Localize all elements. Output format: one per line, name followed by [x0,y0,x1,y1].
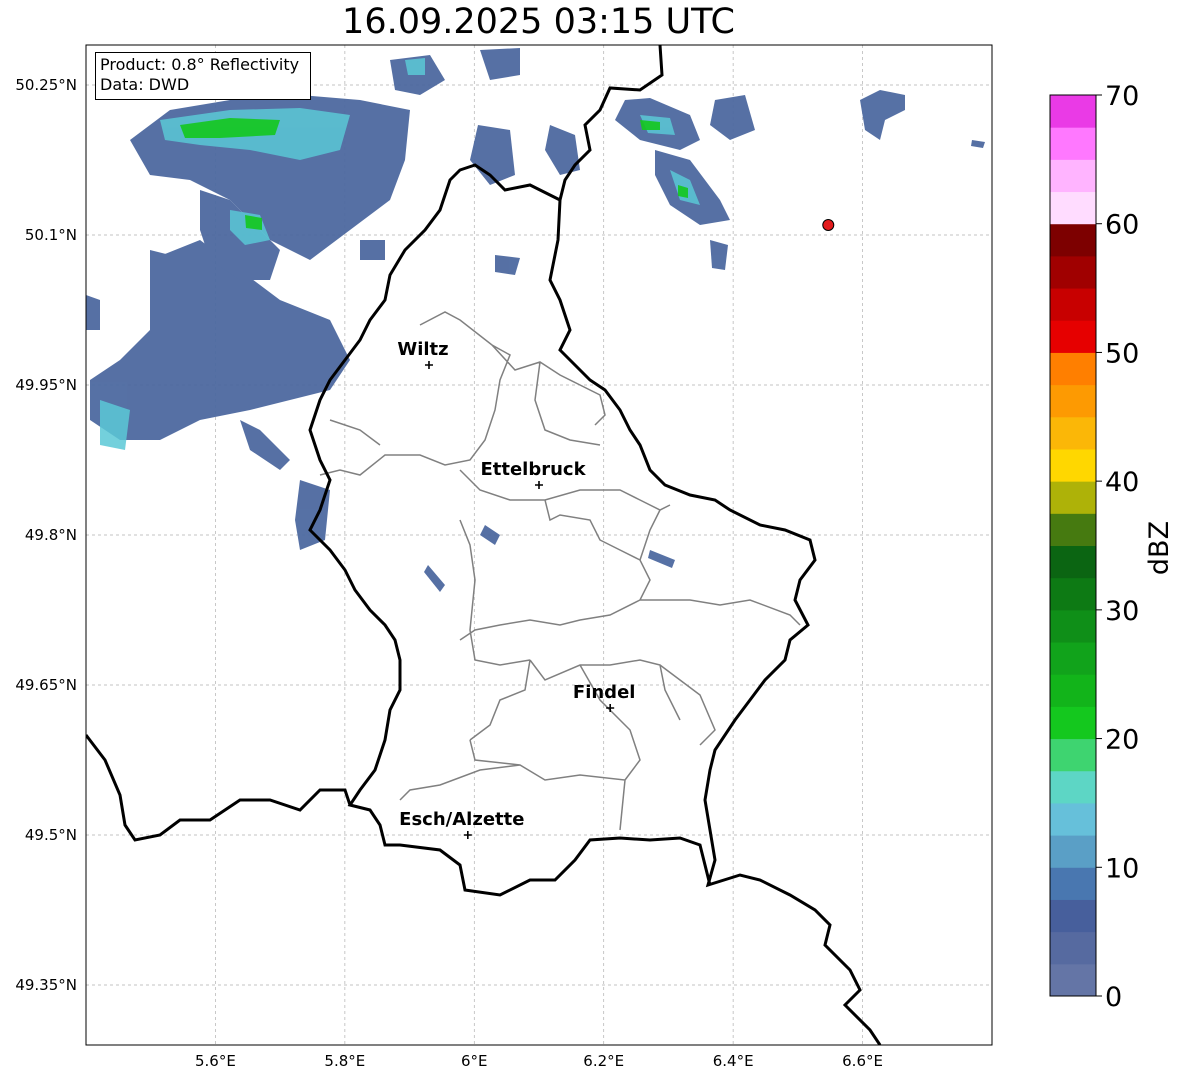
colorbar-tick-label: 30 [1105,596,1139,627]
colorbar-swatch [1050,738,1096,772]
city-label: Findel [573,682,636,703]
colorbar-tick-label: 0 [1105,982,1122,1013]
colorbar-swatch [1050,963,1096,997]
colorbar-swatch [1050,384,1096,418]
colorbar-label: dBZ [1144,521,1175,575]
radar-site-marker [822,219,835,231]
y-tick-label: 49.95°N [15,376,77,394]
colorbar-swatch [1050,159,1096,193]
colorbar-tick-label: 40 [1105,467,1139,498]
colorbar-swatch [1050,802,1096,836]
colorbar-swatch [1050,577,1096,611]
colorbar-swatch [1050,674,1096,707]
colorbar-swatch [1050,835,1096,868]
city-label: Wiltz [397,339,448,360]
x-tick-label: 6.2°E [583,1052,624,1070]
colorbar-tick-label: 70 [1105,81,1139,112]
product-info-box: Product: 0.8° Reflectivity Data: DWD [95,52,311,100]
colorbar-swatch [1050,706,1096,740]
colorbar-swatch [1050,867,1096,900]
colorbar-swatch [1050,899,1096,933]
colorbar-swatch [1050,191,1096,225]
colorbar-swatch [1050,513,1096,546]
y-tick-label: 49.8°N [25,526,77,544]
colorbar-swatch [1050,352,1096,386]
colorbar-swatch [1050,770,1096,804]
product-label: Product: 0.8° Reflectivity [100,55,300,74]
radar-site [822,219,835,231]
colorbar-swatch [1050,642,1096,675]
colorbar-swatch [1050,320,1096,353]
city-label: Esch/Alzette [399,809,524,830]
y-tick-label: 49.5°N [25,826,77,844]
x-tick-label: 6.4°E [713,1052,754,1070]
colorbar-tick-label: 50 [1105,338,1139,369]
colorbar-swatch [1050,223,1096,257]
colorbar-swatch [1050,416,1096,450]
colorbar-swatch [1050,931,1096,965]
y-tick-label: 50.1°N [25,226,77,244]
colorbar-tick-label: 10 [1105,853,1139,884]
colorbar-swatch [1050,448,1096,482]
y-tick-label: 50.25°N [15,76,77,94]
x-tick-label: 6.6°E [842,1052,883,1070]
y-tick-label: 49.65°N [15,676,77,694]
colorbar-tick-label: 20 [1105,725,1139,756]
colorbar-swatch [1050,127,1096,160]
x-tick-label: 5.6°E [195,1052,236,1070]
colorbar-swatch [1050,481,1096,514]
x-tick-label: 6°E [461,1052,488,1070]
colorbar-swatch [1050,545,1096,579]
data-source-label: Data: DWD [100,75,190,94]
y-tick-label: 49.35°N [15,976,77,994]
colorbar: 0 10 20 30 40 50 60 70 dBZ [1049,81,1175,1013]
colorbar-swatch [1050,288,1096,321]
colorbar-swatch [1050,609,1096,643]
colorbar-tick-label: 60 [1105,210,1139,241]
colorbar-swatch [1050,255,1096,289]
x-tick-label: 5.8°E [324,1052,365,1070]
city-label: Ettelbruck [480,459,586,480]
colorbar-swatch [1050,95,1096,128]
radar-map: 5.6°E 5.8°E 6°E 6.2°E 6.4°E 6.6°E 50.25°N 50.1°… [15,44,1175,1070]
